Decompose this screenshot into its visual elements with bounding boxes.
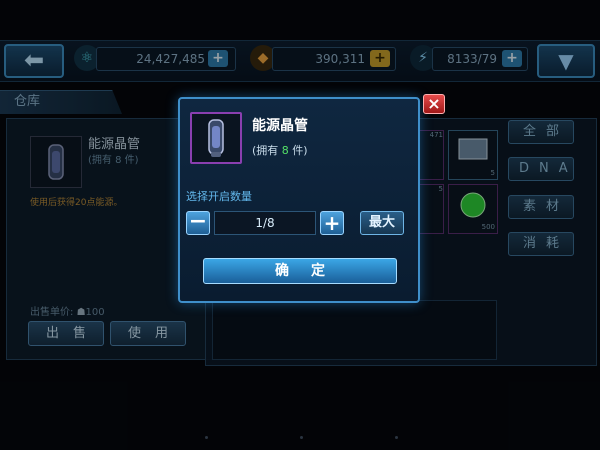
decor-dot: [395, 436, 398, 439]
decor-dot: [205, 436, 208, 439]
select-quantity-label: 选择开启数量: [186, 190, 252, 203]
dialog-item-thumbnail: [190, 112, 242, 164]
quantity-display: 1/8: [214, 211, 316, 235]
own-count-value: 8: [281, 144, 289, 157]
own-suffix: 件): [288, 144, 308, 157]
energy-tube-icon: [208, 119, 224, 157]
confirm-button[interactable]: 确定: [203, 258, 397, 284]
increase-button[interactable]: +: [320, 211, 344, 235]
decrease-button[interactable]: −: [186, 211, 210, 235]
close-button[interactable]: ×: [423, 94, 445, 114]
own-prefix: (拥有: [252, 144, 282, 157]
dialog-item-name: 能源晶管: [252, 118, 308, 134]
max-button[interactable]: 最大: [360, 211, 404, 235]
decor-dot: [300, 436, 303, 439]
close-icon: ×: [427, 94, 441, 113]
dialog-own-count: (拥有 8 件): [252, 142, 308, 158]
